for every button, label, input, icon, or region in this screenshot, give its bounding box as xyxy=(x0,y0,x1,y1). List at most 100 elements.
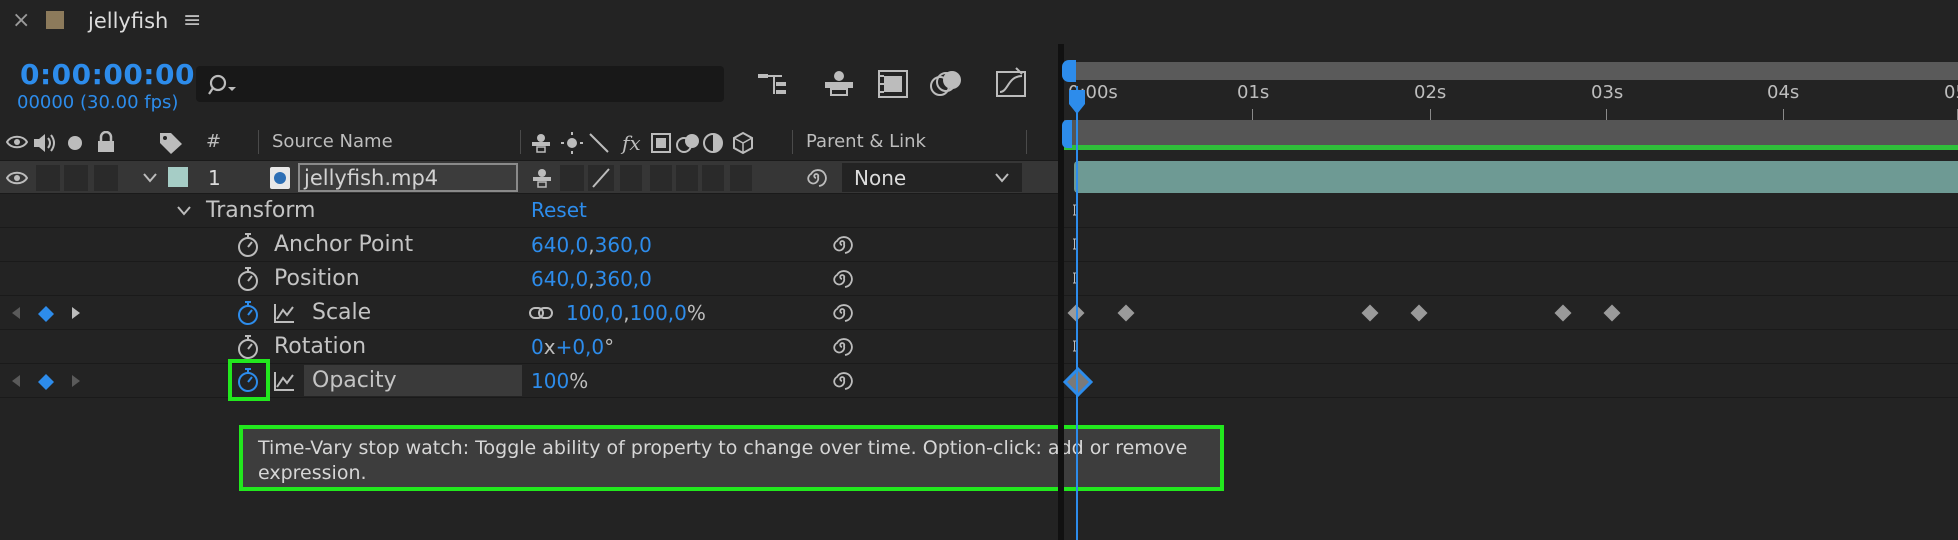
switches-header-icons: fx xyxy=(532,131,753,155)
expression-pickwhip-icon[interactable] xyxy=(830,370,854,392)
scale-value: 100,0,100,0% xyxy=(566,301,706,325)
anchor-point-y[interactable]: 360,0 xyxy=(595,233,652,257)
audio-speaker-icon[interactable] xyxy=(32,132,58,154)
previous-keyframe-icon[interactable] xyxy=(10,306,22,320)
adjustment-layer-switch[interactable] xyxy=(702,165,724,191)
composition-tab-title[interactable]: jellyfish xyxy=(88,9,168,33)
tooltip-text: Time-Vary stop watch: Toggle ability of … xyxy=(258,437,1188,484)
scale-keyframe[interactable] xyxy=(1554,304,1572,322)
parent-link-column-header[interactable]: Parent & Link xyxy=(806,131,926,152)
scale-y[interactable]: 100,0 xyxy=(630,301,687,325)
constrain-proportions-link-icon[interactable] xyxy=(528,305,554,321)
layer-duration-bar[interactable] xyxy=(1074,161,1958,193)
graph-editor-icon[interactable] xyxy=(994,66,1028,100)
work-area-bar[interactable] xyxy=(1064,120,1958,150)
scale-keyframe[interactable] xyxy=(1361,304,1379,322)
current-time-indicator-head[interactable] xyxy=(1067,88,1087,116)
current-time-indicator-line xyxy=(1076,86,1078,540)
parent-dropdown[interactable]: None xyxy=(842,163,1022,192)
opacity-row: Opacity 100% xyxy=(0,359,1058,401)
position-track xyxy=(1064,262,1958,296)
time-navigator-start-handle[interactable] xyxy=(1062,60,1076,82)
motion-blur-switch[interactable] xyxy=(676,165,698,191)
rotation-row: Rotation 0x+0,0° xyxy=(0,330,1058,364)
scale-keyframe[interactable] xyxy=(1117,304,1135,322)
stopwatch-icon[interactable] xyxy=(236,232,260,258)
timecode-display[interactable]: 0:00:00:00 xyxy=(20,58,195,91)
motion-blur-icon[interactable] xyxy=(928,68,964,100)
chevron-down-icon[interactable] xyxy=(142,172,158,184)
ruler-label: 02s xyxy=(1414,82,1447,103)
chevron-down-icon[interactable] xyxy=(176,205,192,217)
expression-pickwhip-icon[interactable] xyxy=(830,234,854,256)
add-keyframe-icon[interactable] xyxy=(37,305,55,323)
search-icon xyxy=(208,74,236,95)
search-field[interactable] xyxy=(244,70,714,98)
anchor-point-x[interactable]: 640,0 xyxy=(531,233,588,257)
rotation-track xyxy=(1064,330,1958,364)
position-y[interactable]: 360,0 xyxy=(595,267,652,291)
scale-keyframe[interactable] xyxy=(1410,304,1428,322)
layer-name-field[interactable]: jellyfish.mp4 xyxy=(298,163,518,192)
next-keyframe-icon[interactable] xyxy=(70,374,82,388)
label-tag-icon[interactable] xyxy=(158,131,184,155)
expression-pickwhip-icon[interactable] xyxy=(830,336,854,358)
search-input[interactable] xyxy=(196,66,724,102)
opacity-label-field[interactable]: Opacity xyxy=(304,365,522,396)
add-keyframe-icon[interactable] xyxy=(37,373,55,391)
effects-switch[interactable] xyxy=(620,165,642,191)
draft-3d-icon[interactable] xyxy=(822,68,856,100)
rotation-revolutions[interactable]: 0 xyxy=(531,335,544,359)
close-tab-icon[interactable]: × xyxy=(12,8,30,33)
work-area-start-handle[interactable] xyxy=(1062,120,1072,148)
opacity-label: Opacity xyxy=(312,368,397,393)
previous-keyframe-icon[interactable] xyxy=(10,374,22,388)
opacity-track xyxy=(1063,364,1958,398)
layer-audio-switch[interactable] xyxy=(36,165,60,191)
time-navigator[interactable] xyxy=(1068,62,1958,80)
anchor-point-label: Anchor Point xyxy=(274,232,414,257)
svg-text:fx: fx xyxy=(620,131,641,155)
composition-color-swatch xyxy=(46,11,64,29)
anchor-point-track xyxy=(1064,228,1958,262)
layer-solo-switch[interactable] xyxy=(64,165,88,191)
next-keyframe-icon[interactable] xyxy=(70,306,82,320)
video-eye-icon[interactable] xyxy=(6,133,28,151)
quality-switch[interactable] xyxy=(588,165,614,191)
expression-pickwhip-icon[interactable] xyxy=(830,268,854,290)
opacity-amount[interactable]: 100 xyxy=(531,369,569,393)
time-ruler[interactable]: 0:00s 01s 02s 03s 04s 05 xyxy=(1064,82,1958,120)
expression-pickwhip-icon[interactable] xyxy=(830,302,854,324)
anchor-point-row: Anchor Point 640,0,360,0 xyxy=(0,228,1058,262)
comp-flowchart-icon[interactable] xyxy=(756,70,790,100)
continuous-rasterize-switch[interactable] xyxy=(560,165,584,191)
stopwatch-active-icon[interactable] xyxy=(236,300,260,326)
graph-icon[interactable] xyxy=(272,370,296,392)
lock-icon[interactable] xyxy=(96,131,116,153)
transform-reset-link[interactable]: Reset xyxy=(531,198,587,222)
shy-switch-icon[interactable] xyxy=(530,165,554,191)
layer-row[interactable]: 1 jellyfish.mp4 None xyxy=(0,160,1058,194)
opacity-keyframe-selected[interactable] xyxy=(1063,367,1093,397)
layer-lock-switch[interactable] xyxy=(94,165,118,191)
stopwatch-active-icon[interactable] xyxy=(236,367,260,393)
3d-layer-switch[interactable] xyxy=(730,165,752,191)
parent-pickwhip-icon[interactable] xyxy=(804,167,828,189)
graph-icon[interactable] xyxy=(272,302,296,324)
transform-label[interactable]: Transform xyxy=(206,198,315,223)
frame-blending-icon[interactable] xyxy=(876,68,910,100)
layer-label-color[interactable] xyxy=(168,167,188,187)
layer-visibility-eye-icon[interactable] xyxy=(6,169,28,187)
solo-dot-icon[interactable] xyxy=(66,134,84,152)
panel-menu-icon[interactable]: ≡ xyxy=(183,8,201,33)
parent-dropdown-value: None xyxy=(854,166,907,190)
scale-keyframe[interactable] xyxy=(1603,304,1621,322)
frame-blend-switch[interactable] xyxy=(650,165,672,191)
stopwatch-icon[interactable] xyxy=(236,334,260,360)
scale-x[interactable]: 100,0 xyxy=(566,301,623,325)
number-column-header: # xyxy=(206,131,222,152)
rotation-degrees[interactable]: +0,0 xyxy=(556,335,605,359)
source-name-column-header[interactable]: Source Name xyxy=(272,131,393,152)
stopwatch-icon[interactable] xyxy=(236,266,260,292)
position-x[interactable]: 640,0 xyxy=(531,267,588,291)
